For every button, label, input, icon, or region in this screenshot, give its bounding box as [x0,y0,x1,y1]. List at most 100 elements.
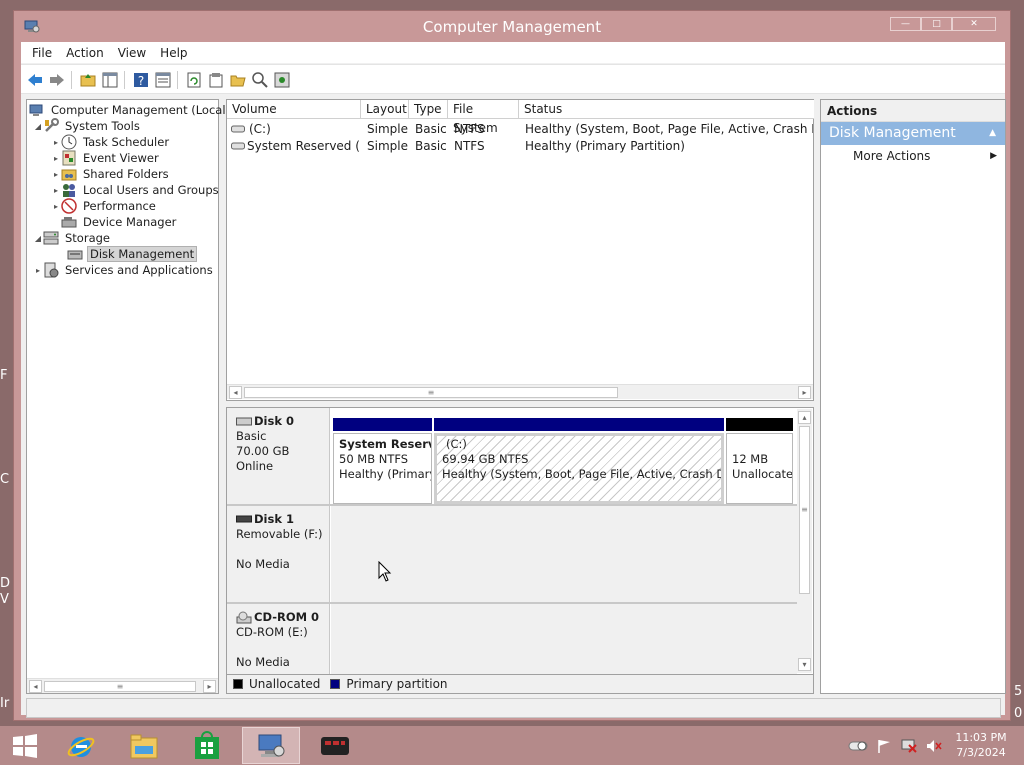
help-icon[interactable]: ? [132,71,150,89]
taskbar-file-explorer[interactable] [115,727,173,764]
expand-arrow-icon[interactable]: ▸ [51,202,61,211]
partition-c-drive[interactable]: (C:) 69.94 GB NTFS Healthy (System, Boot… [434,433,724,504]
flag-icon[interactable] [876,739,892,753]
drive-icon [231,142,245,150]
drive-icon [231,125,245,133]
show-hide-tree-icon[interactable] [101,71,119,89]
internet-explorer-icon [67,736,95,757]
settings-disk-icon[interactable] [273,71,291,89]
scrollbar-thumb[interactable]: ≡ [799,426,810,594]
menu-view[interactable]: View [111,46,153,60]
column-header-file-system[interactable]: File System [448,100,519,135]
up-folder-icon[interactable] [79,71,97,89]
taskbar-computer-management[interactable] [242,727,300,764]
minimize-button[interactable]: — [890,17,921,31]
partition-unallocated[interactable]: 12 MB Unallocated [726,433,793,504]
tree-item-disk-management[interactable]: Disk Management [67,246,198,262]
search-disk-icon[interactable] [251,71,269,89]
expand-arrow-icon[interactable]: ▸ [51,154,61,163]
expand-arrow-icon[interactable]: ▸ [51,170,61,179]
tree-item-event-viewer[interactable]: ▸ Event Viewer [51,150,161,166]
maximize-button[interactable]: □ [921,17,952,31]
legend-primary-partition: Primary partition [346,677,448,691]
storage-icon [43,231,59,245]
network-icon[interactable] [901,739,917,753]
taskbar-internet-explorer[interactable] [52,727,110,764]
start-button[interactable] [0,727,50,764]
volume-layout: Simple [367,122,408,136]
disk-map-vertical-scrollbar[interactable]: ▴ ≡ ▾ [797,409,812,673]
expand-arrow-icon[interactable]: ▸ [51,138,61,147]
scroll-up-icon[interactable]: ▴ [798,411,811,424]
console-tree: Computer Management (Local) ◢ System Too… [26,99,230,694]
tree-item-performance[interactable]: ▸ Performance [51,198,158,214]
scroll-down-icon[interactable]: ▾ [798,658,811,671]
status-bar [26,698,1001,718]
volume-list-horizontal-scrollbar[interactable]: ◂ ≡ ▸ [227,384,813,399]
scroll-right-icon[interactable]: ▸ [203,680,216,693]
desktop-text-fragment: 0 [1014,706,1023,721]
toolbar-separator [71,71,72,89]
cdrom-icon [236,611,252,623]
more-actions-item[interactable]: More Actions ▶ [821,145,1005,167]
volume-type: Basic [415,139,447,153]
scroll-left-icon[interactable]: ◂ [29,680,42,693]
properties-icon[interactable] [207,71,225,89]
expand-arrow-icon[interactable]: ▸ [33,266,43,275]
disk-1-partition-area[interactable] [331,506,797,602]
properties-list-icon[interactable] [154,71,172,89]
forward-icon[interactable] [48,71,66,89]
scroll-left-icon[interactable]: ◂ [229,386,242,399]
media-app-icon [321,736,349,755]
menu-action[interactable]: Action [59,46,111,60]
computer-management-window: Computer Management — □ ✕ File Action Vi… [13,10,1011,721]
scrollbar-thumb[interactable]: ≡ [244,387,618,398]
collapse-caret-icon[interactable]: ▲ [989,122,996,145]
tree-item-task-scheduler[interactable]: ▸ Task Scheduler [51,134,171,150]
collapse-arrow-icon[interactable]: ◢ [33,234,43,243]
scroll-right-icon[interactable]: ▸ [798,386,811,399]
menu-file[interactable]: File [25,46,59,60]
desktop-text-fragment: C [0,472,10,487]
column-header-status[interactable]: Status [519,100,814,119]
unallocated-swatch [233,679,243,689]
cdrom-0-label[interactable]: CD-ROM 0 CD-ROM (E:) No Media [227,604,330,674]
volume-name: (C:) [249,122,271,136]
expand-arrow-icon[interactable]: ▸ [51,186,61,195]
toggle-icon[interactable] [848,739,868,753]
scrollbar-thumb[interactable]: ≡ [44,681,196,692]
disk-type: CD-ROM (E:) [236,625,308,639]
collapse-arrow-icon[interactable]: ◢ [33,122,43,131]
taskbar-store[interactable] [178,727,236,764]
taskbar-media-app[interactable] [306,727,364,764]
tree-item-device-manager[interactable]: Device Manager [61,214,178,230]
tree-root[interactable]: Computer Management (Local) [29,102,232,118]
tree-item-shared-folders[interactable]: ▸ Shared Folders [51,166,171,182]
column-header-layout[interactable]: Layout [361,100,409,119]
back-icon[interactable] [26,71,44,89]
close-button[interactable]: ✕ [952,17,996,31]
partition-system-reserved[interactable]: System Reserved 50 MB NTFS Healthy (Prim… [333,433,432,504]
refresh-icon[interactable] [185,71,203,89]
tree-item-local-users-and-groups[interactable]: ▸ Local Users and Groups [51,182,221,198]
partition-bar-primary [333,418,432,431]
actions-group-disk-management[interactable]: Disk Management ▲ [821,122,1005,145]
volume-file-system: NTFS [454,139,485,153]
tree-item-system-tools[interactable]: ◢ System Tools [33,118,142,134]
disk-1-label[interactable]: Disk 1 Removable (F:) No Media [227,506,330,602]
title-bar[interactable]: Computer Management — □ ✕ [14,11,1010,42]
menu-help[interactable]: Help [153,46,194,60]
clock-date: 7/3/2024 [956,746,1006,759]
tree-horizontal-scrollbar[interactable]: ◂ ≡ ▸ [27,678,218,693]
tree-item-services-and-applications[interactable]: ▸ Services and Applications [33,262,215,278]
taskbar-clock[interactable]: 11:03 PM 7/3/2024 [946,730,1016,760]
desktop-text-fragment: F [0,368,8,383]
cdrom-0-partition-area[interactable] [331,604,797,674]
tree-item-storage[interactable]: ◢ Storage [33,230,112,246]
open-icon[interactable] [229,71,247,89]
disk-0-label[interactable]: Disk 0 Basic 70.00 GB Online [227,408,330,504]
column-header-type[interactable]: Type [409,100,448,119]
computer-management-icon [29,104,43,116]
volume-muted-icon[interactable] [926,739,942,753]
column-header-volume[interactable]: Volume [227,100,361,119]
